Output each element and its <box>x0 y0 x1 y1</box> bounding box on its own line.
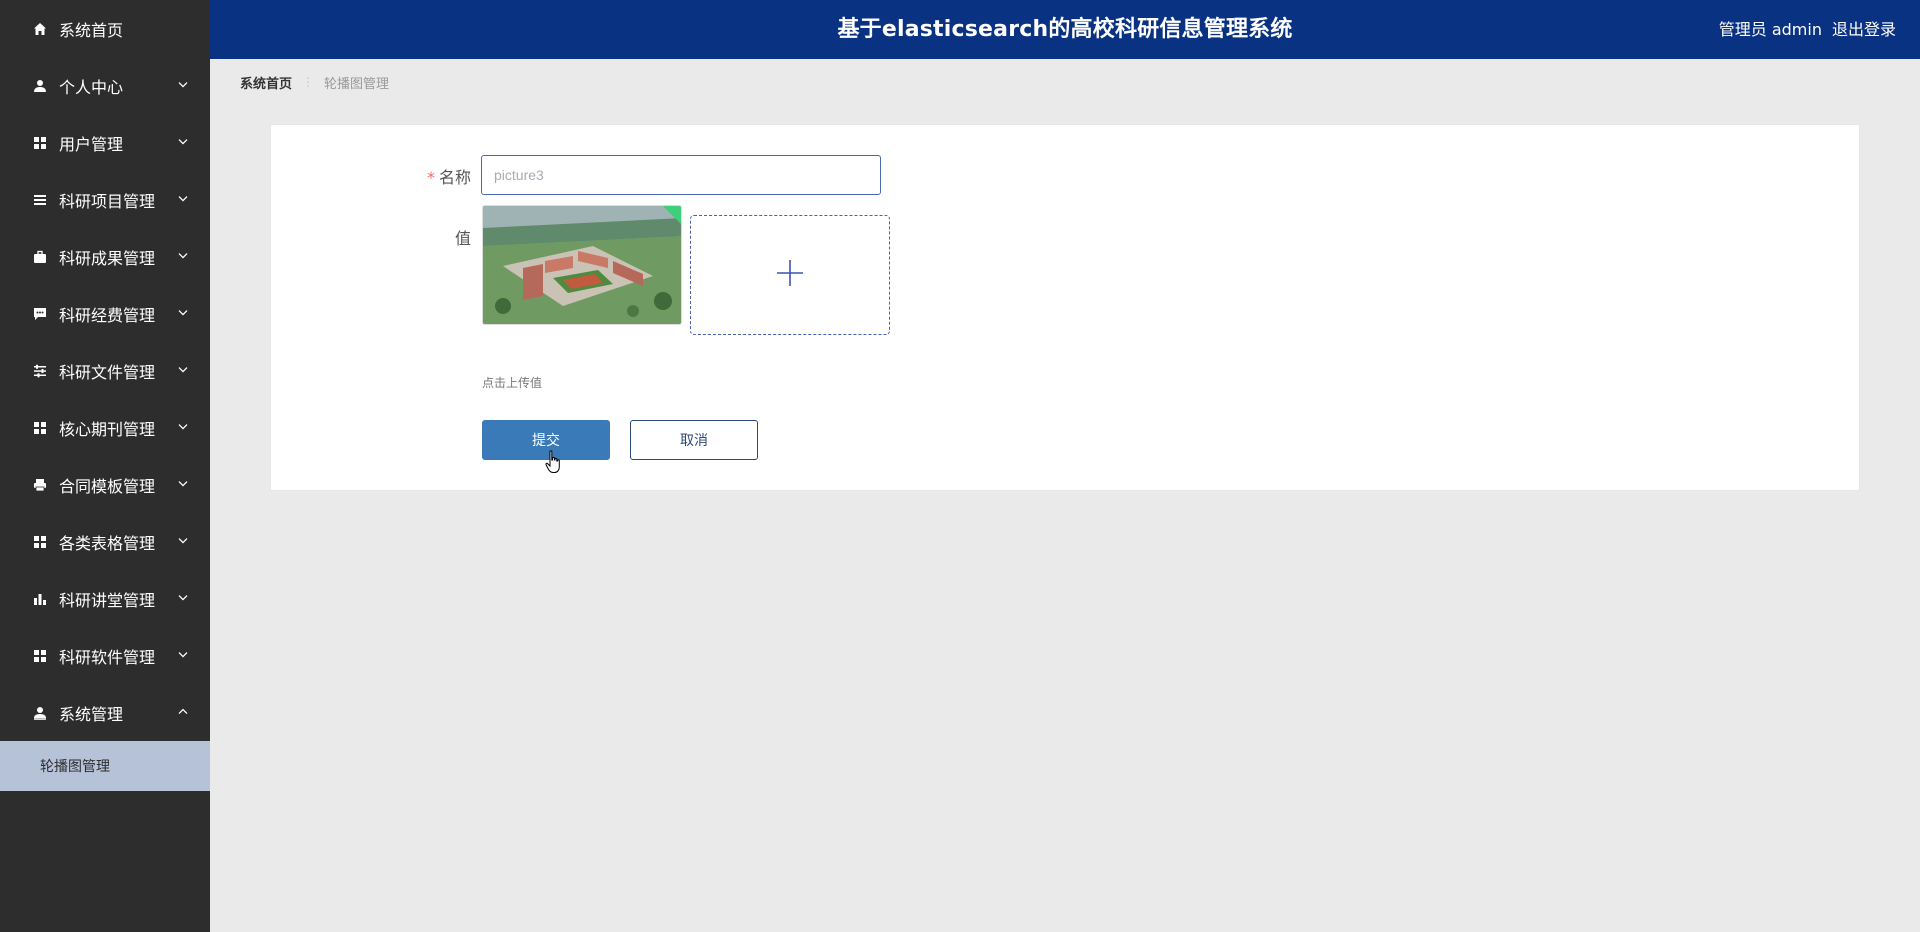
sidebar-item-forms[interactable]: 各类表格管理 <box>0 513 210 570</box>
grid-icon <box>32 534 48 550</box>
form-card: *名称 值 点击上传值 提交 取消 <box>270 124 1860 491</box>
sidebar-item-home[interactable]: 系统首页 <box>0 0 210 57</box>
sidebar-item-label: 系统首页 <box>59 20 124 40</box>
sidebar-item-software[interactable]: 科研软件管理 <box>0 627 210 684</box>
campus-aerial-image <box>483 206 681 324</box>
briefcase-icon <box>32 249 48 265</box>
grid-icon <box>32 648 48 664</box>
home-icon <box>32 21 48 37</box>
image-upload-area[interactable] <box>690 215 890 335</box>
sidebar-item-label: 科研软件管理 <box>59 647 156 667</box>
sidebar-item-label: 科研经费管理 <box>59 305 156 325</box>
name-label-text: 名称 <box>438 168 471 187</box>
sidebar-item-core-journals[interactable]: 核心期刊管理 <box>0 399 210 456</box>
sidebar-item-research-results[interactable]: 科研成果管理 <box>0 228 210 285</box>
chevron-down-icon <box>176 419 190 433</box>
breadcrumb-current: 轮播图管理 <box>324 76 390 92</box>
sidebar-item-label: 系统管理 <box>59 704 124 724</box>
app-title: 基于elasticsearch的高校科研信息管理系统 <box>837 17 1293 42</box>
logout-link[interactable]: 退出登录 <box>1832 0 1896 59</box>
sidebar-subitem-carousel[interactable]: 轮播图管理 <box>0 741 210 791</box>
breadcrumb-separator: ⋮ <box>302 75 315 89</box>
sidebar-item-personal-center[interactable]: 个人中心 <box>0 57 210 114</box>
chevron-down-icon <box>176 362 190 376</box>
sidebar-item-research-projects[interactable]: 科研项目管理 <box>0 171 210 228</box>
chevron-up-icon <box>176 704 190 718</box>
list-icon <box>32 192 48 208</box>
breadcrumb-home[interactable]: 系统首页 <box>240 73 292 92</box>
sidebar-item-label: 科研讲堂管理 <box>59 590 156 610</box>
current-user-label: 管理员 admin <box>1718 20 1822 39</box>
chevron-down-icon <box>176 476 190 490</box>
chevron-down-icon <box>176 533 190 547</box>
sidebar-item-research-funds[interactable]: 科研经费管理 <box>0 285 210 342</box>
chat-icon <box>32 306 48 322</box>
chevron-down-icon <box>176 590 190 604</box>
sidebar: 系统首页 个人中心 用户管理 科研项目管理 科研成果管理 科研经费管理 科研文件… <box>0 0 210 932</box>
bar-chart-icon <box>32 591 48 607</box>
breadcrumb: 系统首页 ⋮ 轮播图管理 <box>240 72 389 92</box>
chevron-down-icon <box>176 191 190 205</box>
sidebar-item-lectures[interactable]: 科研讲堂管理 <box>0 570 210 627</box>
sidebar-item-label: 科研文件管理 <box>59 362 156 382</box>
top-header: 基于elasticsearch的高校科研信息管理系统 管理员 admin 退出登… <box>210 0 1920 59</box>
header-user-area: 管理员 admin 退出登录 <box>1719 0 1896 59</box>
chevron-down-icon <box>176 305 190 319</box>
hand-pointer-cursor-icon <box>545 450 563 474</box>
grid-icon <box>32 135 48 151</box>
chevron-down-icon <box>176 134 190 148</box>
uploaded-image-thumbnail[interactable] <box>482 205 682 325</box>
admin-user-icon <box>32 705 48 721</box>
sidebar-item-label: 用户管理 <box>59 134 124 154</box>
name-label: * 名称 <box>341 164 471 188</box>
grid-icon <box>32 420 48 436</box>
sidebar-item-label: 科研项目管理 <box>59 191 156 211</box>
cancel-button[interactable]: 取消 <box>630 420 758 460</box>
plus-icon <box>775 258 805 292</box>
upload-hint: 点击上传值 <box>482 376 543 390</box>
printer-icon <box>32 477 48 493</box>
sliders-icon <box>32 363 48 379</box>
user-icon <box>32 78 48 94</box>
sidebar-item-contract-templates[interactable]: 合同模板管理 <box>0 456 210 513</box>
required-star: * <box>426 168 435 187</box>
value-label: 值 <box>454 229 471 248</box>
sidebar-item-system[interactable]: 系统管理 <box>0 684 210 741</box>
chevron-down-icon <box>176 77 190 91</box>
chevron-down-icon <box>176 248 190 262</box>
chevron-down-icon <box>176 647 190 661</box>
sidebar-item-label: 核心期刊管理 <box>59 419 156 439</box>
sidebar-item-research-files[interactable]: 科研文件管理 <box>0 342 210 399</box>
sidebar-item-label: 各类表格管理 <box>59 533 156 553</box>
sidebar-item-label: 科研成果管理 <box>59 248 156 268</box>
sidebar-item-label: 合同模板管理 <box>59 476 156 496</box>
sidebar-item-users[interactable]: 用户管理 <box>0 114 210 171</box>
name-input[interactable] <box>481 155 881 195</box>
sidebar-item-label: 个人中心 <box>59 77 124 97</box>
